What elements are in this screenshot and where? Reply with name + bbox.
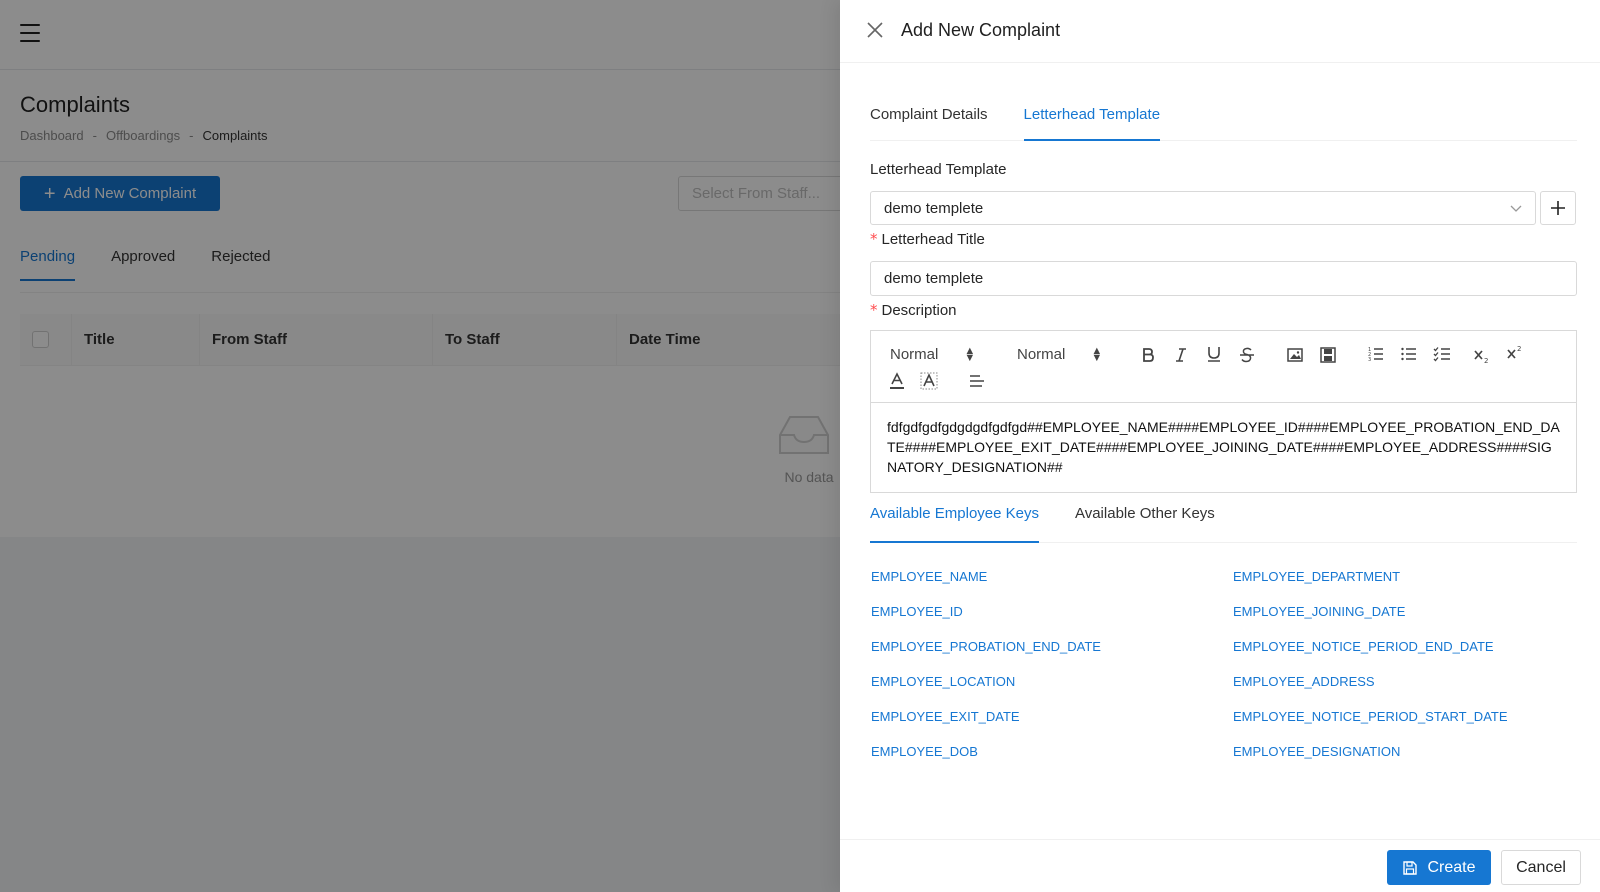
- key-link[interactable]: EMPLOYEE_JOINING_DATE: [1233, 603, 1571, 620]
- svg-text:2: 2: [1484, 357, 1488, 364]
- key-link[interactable]: EMPLOYEE_NOTICE_PERIOD_END_DATE: [1233, 638, 1571, 655]
- align-icon[interactable]: [968, 372, 986, 390]
- svg-text:2: 2: [1517, 345, 1521, 353]
- font-size-select[interactable]: Normal ▲ ▼: [1017, 344, 1103, 364]
- bold-icon[interactable]: [1139, 346, 1157, 364]
- drawer-header: Add New Complaint: [840, 0, 1600, 63]
- letterhead-template-label: Letterhead Template: [870, 161, 1007, 178]
- letterhead-title-label: * Letterhead Title: [870, 230, 985, 248]
- checklist-icon[interactable]: [1433, 345, 1451, 363]
- description-rich-text-editor: Normal ▲ ▼ Normal ▲ ▼ 1 2 3 2 2 fdfgdfgd…: [870, 330, 1577, 493]
- header-format-value: Normal: [890, 346, 939, 363]
- font-size-value: Normal: [1017, 346, 1066, 363]
- description-label-text: Description: [881, 302, 957, 319]
- key-link[interactable]: EMPLOYEE_NAME: [871, 568, 1233, 585]
- letterhead-template-select[interactable]: demo templete: [870, 191, 1536, 225]
- tab-letterhead-template[interactable]: Letterhead Template: [1023, 96, 1161, 141]
- drawer-tabs: Complaint Details Letterhead Template: [870, 96, 1577, 141]
- underline-icon[interactable]: [1205, 345, 1223, 363]
- select-arrows-icon: ▲ ▼: [964, 344, 976, 364]
- employee-keys-list: EMPLOYEE_NAME EMPLOYEE_DEPARTMENT EMPLOY…: [871, 568, 1571, 760]
- drawer-mask[interactable]: [0, 0, 840, 892]
- available-keys-tabs: Available Employee Keys Available Other …: [870, 505, 1577, 543]
- drawer-footer: Create Cancel: [840, 839, 1600, 892]
- key-link[interactable]: EMPLOYEE_PROBATION_END_DATE: [871, 638, 1233, 655]
- subscript-icon[interactable]: 2: [1473, 346, 1491, 364]
- letterhead-title-label-text: Letterhead Title: [881, 231, 985, 248]
- letterhead-title-input[interactable]: demo templete: [870, 261, 1577, 296]
- svg-text:3: 3: [1368, 357, 1371, 363]
- superscript-icon[interactable]: 2: [1506, 344, 1524, 362]
- description-label: * Description: [870, 301, 957, 319]
- required-marker: *: [870, 230, 878, 248]
- header-format-select[interactable]: Normal ▲ ▼: [890, 344, 976, 364]
- image-icon[interactable]: [1286, 346, 1304, 364]
- editor-toolbar: Normal ▲ ▼ Normal ▲ ▼ 1 2 3 2 2: [871, 331, 1576, 403]
- create-button[interactable]: Create: [1387, 850, 1491, 885]
- add-template-button[interactable]: [1540, 191, 1576, 225]
- chevron-down-icon: [1510, 205, 1522, 212]
- letterhead-template-value: demo templete: [884, 200, 984, 217]
- save-icon: [1403, 860, 1418, 875]
- key-link[interactable]: EMPLOYEE_ADDRESS: [1233, 673, 1571, 690]
- add-complaint-drawer: Add New Complaint Complaint Details Lett…: [840, 0, 1600, 892]
- create-button-label: Create: [1427, 858, 1476, 876]
- select-arrows-icon: ▲ ▼: [1091, 344, 1103, 364]
- video-icon[interactable]: [1319, 346, 1337, 364]
- italic-icon[interactable]: [1172, 346, 1190, 364]
- drawer-title: Add New Complaint: [901, 20, 1061, 40]
- strikethrough-icon[interactable]: [1238, 346, 1256, 364]
- tab-available-employee-keys[interactable]: Available Employee Keys: [870, 505, 1039, 543]
- bullet-list-icon[interactable]: [1400, 345, 1418, 363]
- key-link[interactable]: EMPLOYEE_NOTICE_PERIOD_START_DATE: [1233, 708, 1571, 725]
- key-link[interactable]: EMPLOYEE_DESIGNATION: [1233, 743, 1571, 760]
- plus-icon: [1551, 201, 1565, 215]
- tab-complaint-details[interactable]: Complaint Details: [870, 96, 988, 141]
- description-editor-content[interactable]: fdfgdfgdfgdgdgdfgdfgd##EMPLOYEE_NAME####…: [871, 403, 1576, 491]
- key-link[interactable]: EMPLOYEE_DOB: [871, 743, 1233, 760]
- key-link[interactable]: EMPLOYEE_LOCATION: [871, 673, 1233, 690]
- required-marker: *: [870, 301, 878, 319]
- ordered-list-icon[interactable]: 1 2 3: [1367, 345, 1385, 363]
- cancel-button[interactable]: Cancel: [1501, 850, 1581, 885]
- background-color-icon[interactable]: [920, 372, 938, 390]
- tab-available-other-keys[interactable]: Available Other Keys: [1075, 505, 1215, 543]
- key-link[interactable]: EMPLOYEE_ID: [871, 603, 1233, 620]
- close-icon[interactable]: [866, 21, 884, 39]
- font-color-icon[interactable]: [888, 372, 906, 390]
- key-link[interactable]: EMPLOYEE_DEPARTMENT: [1233, 568, 1571, 585]
- key-link[interactable]: EMPLOYEE_EXIT_DATE: [871, 708, 1233, 725]
